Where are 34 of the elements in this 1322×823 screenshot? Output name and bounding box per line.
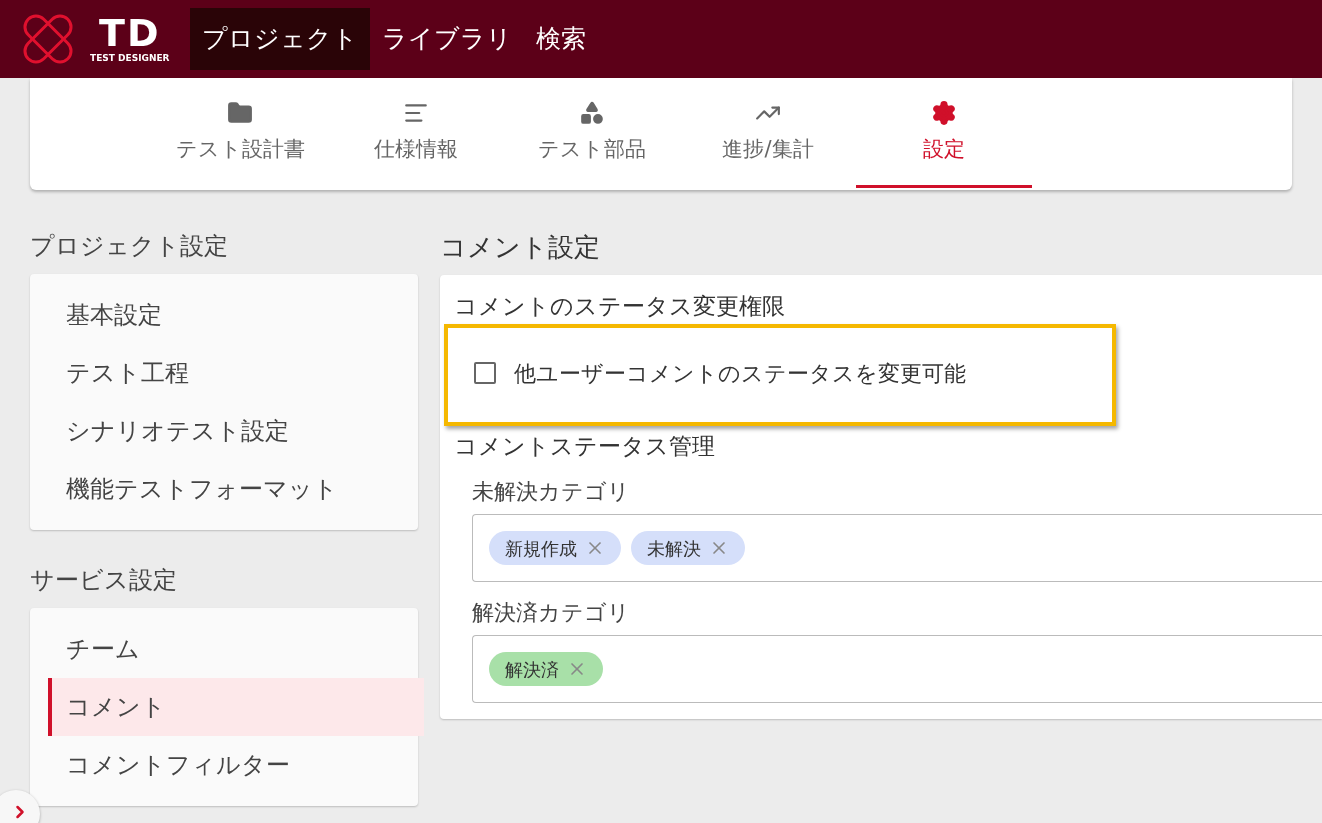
checkbox[interactable] [474,362,496,384]
shapes-icon [579,99,605,126]
menu-item[interactable]: チーム [48,620,424,678]
tab[interactable]: テスト部品 [504,80,680,188]
tag-chip: 新規作成 [489,531,621,565]
checkbox-label: 他ユーザーコメントのステータスを変更可能 [514,359,966,388]
tab[interactable]: 設定 [856,80,1032,188]
section-heading: コメントステータス管理 [454,432,716,461]
folder-icon [227,99,253,126]
nav-item[interactable]: ライブラリ [369,8,524,70]
section-heading: コメントのステータス変更権限 [454,292,786,321]
section-title: プロジェクト設定 [30,231,229,262]
menu-item[interactable]: 機能テストフォーマット [48,460,424,518]
menu-item[interactable]: コメント [48,678,424,736]
logo-mark: TD [99,14,161,52]
settings-icon [931,99,957,126]
tag-field[interactable]: 新規作成 未解決 [472,514,1322,582]
field-label: 解決済カテゴリ [472,599,631,627]
menu-item[interactable]: テスト工程 [48,344,424,402]
tag-chip: 解決済 [489,652,603,686]
menu-item[interactable]: コメントフィルター [48,736,424,794]
menu-item[interactable]: 基本設定 [48,286,424,344]
page-title: コメント設定 [440,231,601,264]
menu-item[interactable]: シナリオテスト設定 [48,402,424,460]
nav-item[interactable]: プロジェクト [189,8,370,70]
tag-chip: 未解決 [631,531,745,565]
logo-subtitle: TEST DESIGNER [90,52,170,64]
nav-item[interactable]: 検索 [523,8,598,70]
tab[interactable]: 進捗/集計 [680,80,856,188]
tab[interactable]: テスト設計書 [152,80,328,188]
tab[interactable]: 仕様情報 [328,80,504,188]
field-label: 未解決カテゴリ [472,478,631,506]
tag-field[interactable]: 解決済 [472,635,1322,703]
section-title: サービス設定 [30,565,178,596]
